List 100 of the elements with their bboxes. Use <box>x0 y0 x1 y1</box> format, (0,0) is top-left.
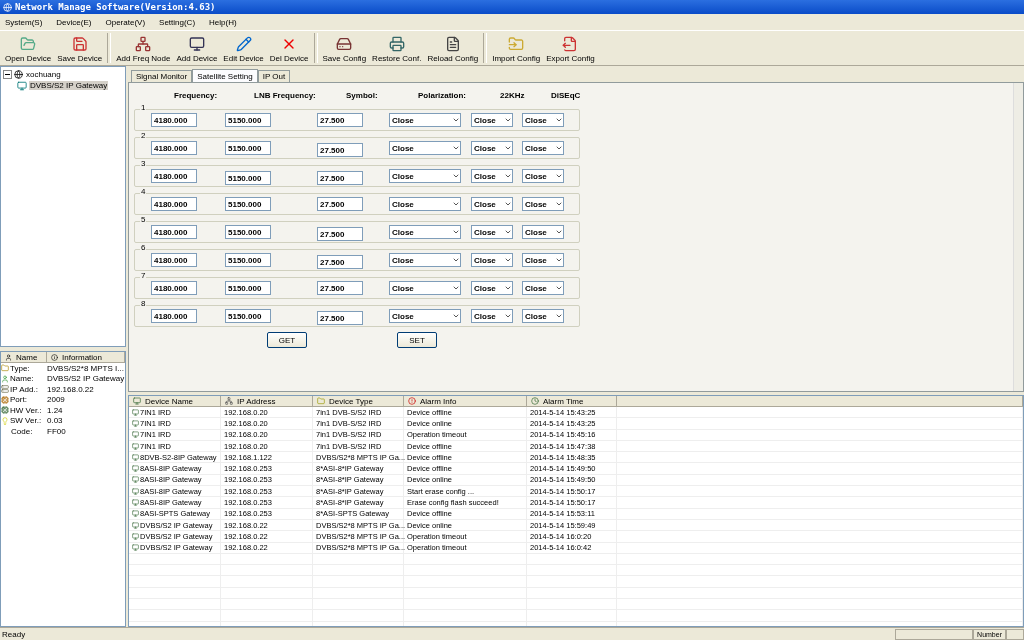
clock-icon <box>531 397 539 405</box>
caret-icon <box>452 144 460 152</box>
symbol-field[interactable]: 27.500 <box>317 197 363 211</box>
toolbar-button[interactable]: Import Config <box>489 31 544 65</box>
lnb-frequency-field[interactable]: 5150.000 <box>225 171 271 185</box>
polarization-dropdown[interactable]: Close <box>389 253 461 267</box>
caret-icon <box>452 256 460 264</box>
column-label: Symbol: <box>345 90 379 100</box>
column-header[interactable]: IP Address <box>221 396 313 407</box>
diseqc-dropdown[interactable]: Close <box>522 113 564 127</box>
22khz-dropdown[interactable]: Close <box>471 225 513 239</box>
tree-item[interactable]: DVBS/S2 IP Gateway <box>29 81 109 90</box>
window-title: Network Manage Software(Version:4.63) <box>15 2 216 12</box>
lnb-frequency-field[interactable]: 5150.000 <box>225 141 271 155</box>
menu-item[interactable]: Device(E) <box>56 17 92 27</box>
toolbar-button[interactable]: Open Device <box>2 31 55 65</box>
polarization-dropdown[interactable]: Close <box>389 169 461 183</box>
toolbar-button[interactable]: Save Device <box>54 31 106 65</box>
toolbar-button[interactable]: Add Device <box>173 31 221 65</box>
toolbar-button[interactable]: Reload Config <box>424 31 482 65</box>
group-number: 8 <box>140 299 147 308</box>
tab[interactable]: Satellite Setting <box>192 69 258 82</box>
column-header[interactable]: Name <box>1 352 47 363</box>
printer-icon <box>388 36 405 52</box>
22khz-dropdown[interactable]: Close <box>471 281 513 295</box>
symbol-field[interactable]: 27.500 <box>317 227 363 241</box>
polarization-dropdown[interactable]: Close <box>389 281 461 295</box>
22khz-dropdown[interactable]: Close <box>471 141 513 155</box>
frequency-field[interactable]: 4180.000 <box>151 309 197 323</box>
frequency-field[interactable]: 4180.000 <box>151 253 197 267</box>
action-button[interactable]: GET <box>267 332 307 348</box>
symbol-field[interactable]: 27.500 <box>317 281 363 295</box>
diseqc-dropdown[interactable]: Close <box>522 169 564 183</box>
polarization-dropdown[interactable]: Close <box>389 309 461 323</box>
group-number: 6 <box>140 243 147 252</box>
symbol-field[interactable]: 27.500 <box>317 143 363 157</box>
menu-item[interactable]: System(S) <box>5 17 43 27</box>
toolbar-button[interactable]: Save Config <box>319 31 370 65</box>
22khz-dropdown[interactable]: Close <box>471 169 513 183</box>
frequency-field[interactable]: 4180.000 <box>151 113 197 127</box>
symbol-field[interactable]: 27.500 <box>317 255 363 269</box>
column-header[interactable]: Device Name <box>129 396 221 407</box>
column-label: Polarization: <box>417 90 467 100</box>
diseqc-dropdown[interactable]: Close <box>522 197 564 211</box>
info-label: IP Add.: <box>1 384 47 394</box>
tab[interactable]: IP Out <box>257 70 291 82</box>
lnb-frequency-field[interactable]: 5150.000 <box>225 253 271 267</box>
menu-item[interactable]: Setting(C) <box>159 17 196 27</box>
symbol-field[interactable]: 27.500 <box>317 311 363 325</box>
polarization-dropdown[interactable]: Close <box>389 113 461 127</box>
diseqc-dropdown[interactable]: Close <box>522 141 564 155</box>
info-label: Port: <box>1 395 47 405</box>
diseqc-dropdown[interactable]: Close <box>522 225 564 239</box>
polarization-dropdown[interactable]: Close <box>389 197 461 211</box>
22khz-dropdown[interactable]: Close <box>471 253 513 267</box>
column-header[interactable]: Alarm Info <box>404 396 527 407</box>
caret-icon <box>452 228 460 236</box>
lnb-frequency-field[interactable]: 5150.000 <box>225 197 271 211</box>
symbol-field[interactable]: 27.500 <box>317 113 363 127</box>
symbol-field[interactable]: 27.500 <box>317 171 363 185</box>
monitor-icon <box>133 397 141 405</box>
polarization-dropdown[interactable]: Close <box>389 225 461 239</box>
action-button[interactable]: SET <box>397 332 437 348</box>
22khz-dropdown[interactable]: Close <box>471 309 513 323</box>
diseqc-dropdown[interactable]: Close <box>522 281 564 295</box>
collapse-icon[interactable] <box>3 70 12 79</box>
frequency-field[interactable]: 4180.000 <box>151 197 197 211</box>
caret-icon <box>504 228 512 236</box>
lnb-frequency-field[interactable]: 5150.000 <box>225 309 271 323</box>
info-value: 1.24 <box>47 405 64 415</box>
column-label: DiSEqC <box>550 90 582 100</box>
menu-item[interactable]: Operate(V) <box>105 17 146 27</box>
document-icon <box>444 36 461 52</box>
column-header[interactable]: Device Type <box>313 396 404 407</box>
lightbulb-icon <box>1 416 9 425</box>
caret-icon <box>555 256 563 264</box>
frequency-field[interactable]: 4180.000 <box>151 169 197 183</box>
polarization-dropdown[interactable]: Close <box>389 141 461 155</box>
tree-item[interactable]: xochuang <box>25 70 62 79</box>
22khz-dropdown[interactable]: Close <box>471 197 513 211</box>
toolbar-button[interactable]: Add Freq Node <box>113 31 174 65</box>
diseqc-dropdown[interactable]: Close <box>522 309 564 323</box>
frequency-field[interactable]: 4180.000 <box>151 141 197 155</box>
caret-icon <box>504 284 512 292</box>
frequency-field[interactable]: 4180.000 <box>151 281 197 295</box>
lnb-frequency-field[interactable]: 5150.000 <box>225 281 271 295</box>
lnb-frequency-field[interactable]: 5150.000 <box>225 113 271 127</box>
diseqc-dropdown[interactable]: Close <box>522 253 564 267</box>
22khz-dropdown[interactable]: Close <box>471 113 513 127</box>
toolbar-button[interactable]: Export Config <box>543 31 598 65</box>
lnb-frequency-field[interactable]: 5150.000 <box>225 225 271 239</box>
toolbar-button[interactable]: Edit Device <box>220 31 267 65</box>
toolbar-button[interactable]: Del Device <box>266 31 312 65</box>
tab[interactable]: Signal Monitor <box>131 70 193 82</box>
toolbar-button[interactable]: Restore Conf. <box>369 31 425 65</box>
scrollbar[interactable] <box>1013 83 1023 391</box>
frequency-field[interactable]: 4180.000 <box>151 225 197 239</box>
column-header[interactable]: Information <box>47 352 125 363</box>
menu-item[interactable]: Help(H) <box>209 17 237 27</box>
column-header[interactable]: Alarm Time <box>527 396 617 407</box>
